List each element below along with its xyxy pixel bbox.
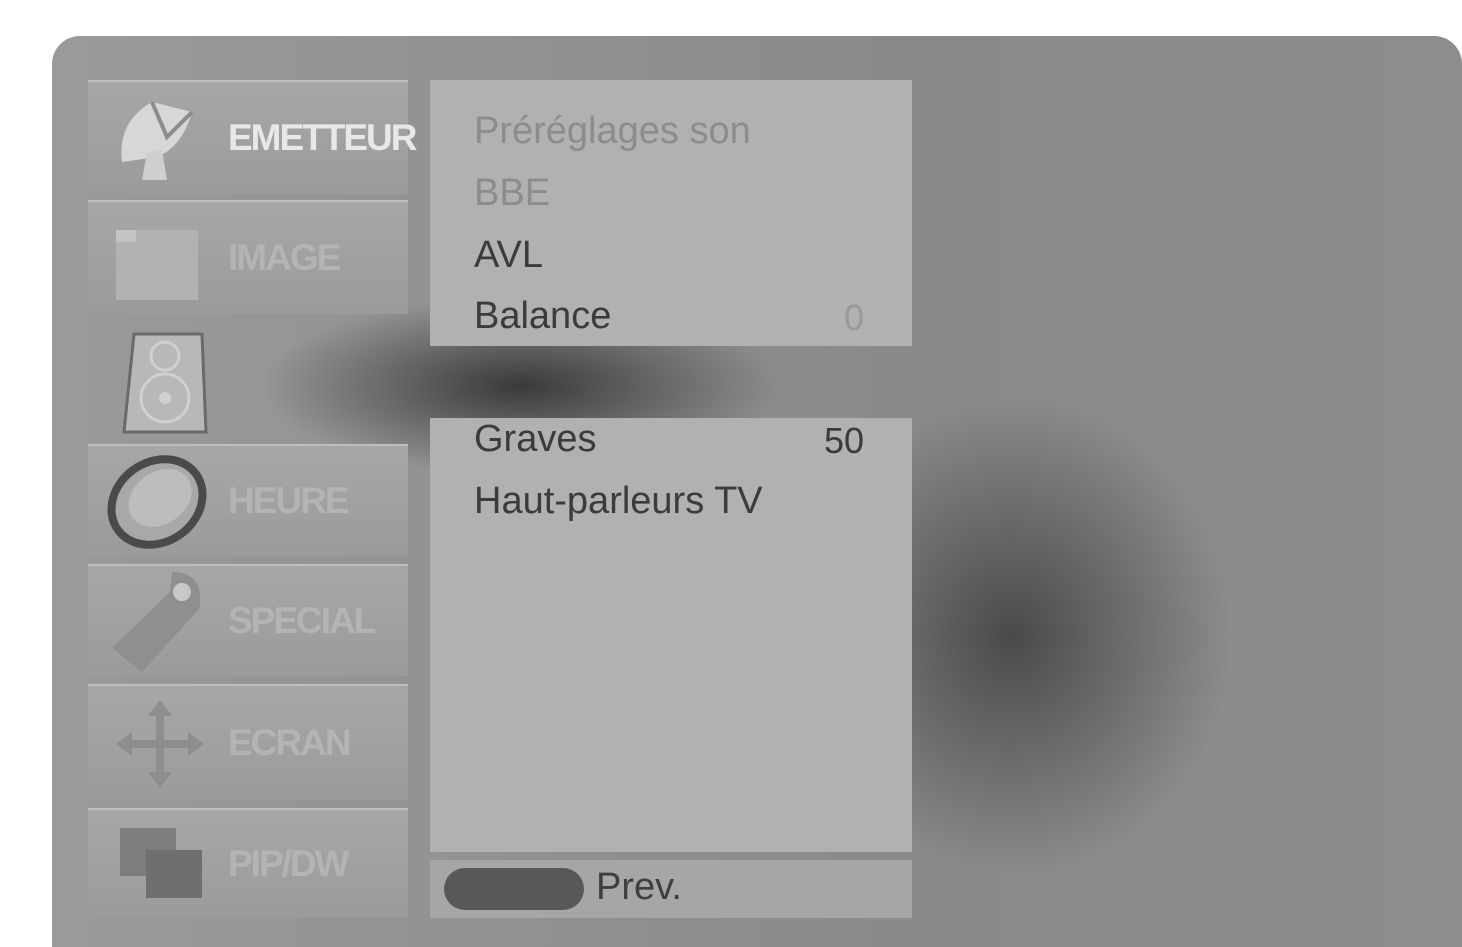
picture-icon bbox=[112, 212, 202, 307]
move-arrows-icon bbox=[112, 696, 208, 797]
tab-ecran[interactable]: ECRAN bbox=[88, 684, 408, 800]
tab-label-emetteur: EMETTEUR bbox=[228, 117, 417, 158]
menu-item-balance[interactable]: Balance bbox=[474, 295, 611, 338]
menu-item-haut-parleurs-tv[interactable]: Haut-parleurs TV bbox=[474, 480, 763, 523]
prev-button[interactable] bbox=[444, 868, 584, 910]
footer-bar: Prev. bbox=[430, 860, 912, 918]
menu-item-avl[interactable]: AVL bbox=[474, 234, 543, 277]
balance-value: 0 bbox=[843, 297, 864, 338]
menu-item-graves[interactable]: Graves bbox=[474, 418, 596, 461]
speaker-icon[interactable] bbox=[120, 332, 212, 441]
menu-item-prereglages-son[interactable]: Préréglages son bbox=[474, 110, 751, 153]
tab-emetteur[interactable]: EMETTEUR bbox=[88, 80, 417, 194]
tab-heure[interactable]: HEURE bbox=[88, 444, 408, 556]
tab-label-ecran: ECRAN bbox=[228, 722, 352, 763]
pip-windows-icon bbox=[112, 824, 208, 909]
tab-label-heure: HEURE bbox=[228, 480, 350, 521]
prev-label: Prev. bbox=[596, 866, 682, 908]
tab-special[interactable]: SPECIAL bbox=[88, 564, 408, 676]
tab-label-pip-dw: PIP/DW bbox=[228, 843, 350, 884]
tab-label-special: SPECIAL bbox=[228, 600, 376, 641]
satellite-dish-icon bbox=[112, 92, 202, 187]
submenu-panel-top: Préréglages son BBE AVL Balance 0 bbox=[430, 80, 912, 346]
clock-icon bbox=[102, 452, 212, 557]
submenu-panel-bottom: Graves 50 Haut-parleurs TV bbox=[430, 418, 912, 852]
tag-icon bbox=[112, 568, 208, 681]
tab-pip-dw[interactable]: PIP/DW bbox=[88, 808, 408, 918]
graves-value: 50 bbox=[823, 420, 864, 461]
tab-image[interactable]: IMAGE bbox=[88, 200, 408, 314]
menu-item-bbe[interactable]: BBE bbox=[474, 172, 550, 215]
tab-label-image: IMAGE bbox=[228, 237, 341, 278]
